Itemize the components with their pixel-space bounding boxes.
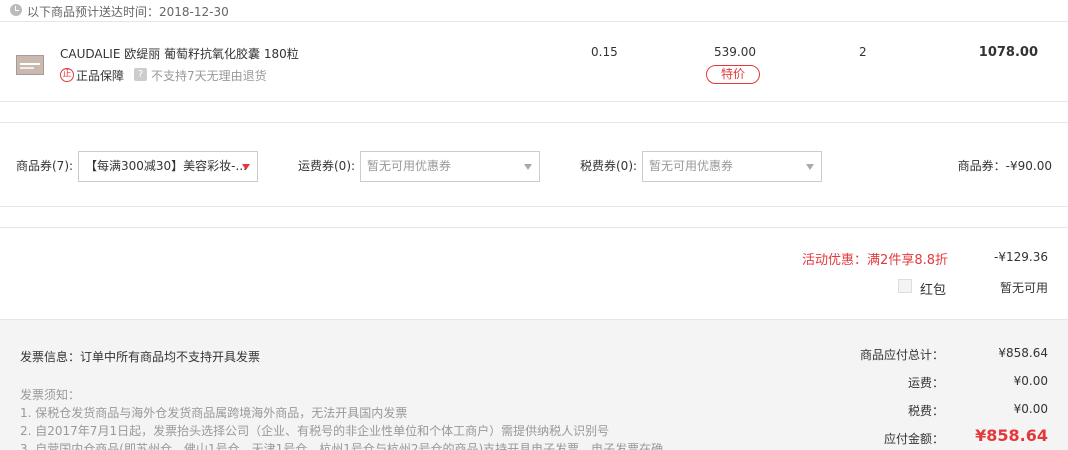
shipping-coupon-select[interactable]: 暂无可用优惠券 [360,151,540,182]
goods-coupon-label: 商品券(7): [16,159,74,173]
genuine-guarantee-icon: 正 [60,68,74,82]
amount-due-label: 应付金额： [883,432,944,446]
shipping-label: 运费： [907,376,944,390]
invoice-summary-section: 发票信息：订单中所有商品均不支持开具发票 发票须知： 1. 保税仓发货商品与海外… [0,319,1068,450]
product-price: 539.00 [714,45,756,59]
product-thumbnail[interactable] [16,55,44,75]
invoice-note: 2. 自2017年7月1日起，发票抬头选择公司（企业、有税号的非企业性单位和个体… [20,424,610,438]
delivery-date-text: 以下商品预计送达时间：2018-12-30 [27,5,229,19]
redpacket-value: 暂无可用 [999,281,1048,295]
invoice-notes-title: 发票须知： [20,388,81,402]
invoice-note: 3. 自营国内仓商品(即苏州仓、佛山1号仓、天津1号仓、杭州1号仓与杭州2号仓的… [20,442,664,450]
divider [0,227,1068,228]
shipping-value: ¥0.00 [1013,374,1048,388]
tax-coupon-select[interactable]: 暂无可用优惠券 [642,151,822,182]
amount-due-value: ¥858.64 [975,426,1048,445]
tax-value: ¥0.00 [1013,402,1048,416]
delivery-info: 以下商品预计送达时间：2018-12-30 [0,0,1068,22]
chevron-down-icon [524,164,532,170]
invoice-note: 1. 保税仓发货商品与海外仓发货商品属跨境海外商品，无法开具国内发票 [20,406,408,420]
goods-coupon-selected: 【每满300减30】美容彩妆-... [85,159,247,173]
promotion-label: 活动优惠：满2件享8.8折 [802,253,948,268]
product-name[interactable]: CAUDALIE 欧缇丽 葡萄籽抗氧化胶囊 180粒 [60,45,299,62]
goods-total-label: 商品应付总计： [859,348,944,362]
chevron-down-icon [242,164,250,170]
product-subtotal: 1078.00 [978,45,1038,60]
coupon-discount-amount: 商品券：-¥90.00 [957,159,1052,173]
product-row: CAUDALIE 欧缇丽 葡萄籽抗氧化胶囊 180粒 正 正品保障 ? 不支持7… [0,22,1068,102]
product-quantity: 2 [859,45,867,59]
shipping-coupon-label: 运费券(0): [298,159,356,173]
special-price-badge: 特价 [706,65,760,84]
product-weight: 0.15 [591,45,618,59]
clock-icon [10,4,22,16]
tax-label: 税费： [907,404,944,418]
tax-coupon-placeholder: 暂无可用优惠券 [649,159,734,173]
redpacket-checkbox[interactable] [898,279,912,293]
genuine-guarantee-label: 正品保障 [76,69,125,83]
shipping-coupon-placeholder: 暂无可用优惠券 [367,159,452,173]
chevron-down-icon [806,164,814,170]
no-return-label: 不支持7天无理由退货 [151,69,267,83]
redpacket-label: 红包 [920,283,947,298]
coupon-section: 商品券(7): 【每满300减30】美容彩妆-... 运费券(0): 暂无可用优… [0,122,1068,207]
question-icon[interactable]: ? [134,68,147,81]
tax-coupon-label: 税费券(0): [580,159,638,173]
invoice-info: 发票信息：订单中所有商品均不支持开具发票 [20,350,261,364]
goods-total-value: ¥858.64 [998,346,1048,360]
goods-coupon-select[interactable]: 【每满300减30】美容彩妆-... [78,151,258,182]
promotion-value: -¥129.36 [994,250,1048,264]
